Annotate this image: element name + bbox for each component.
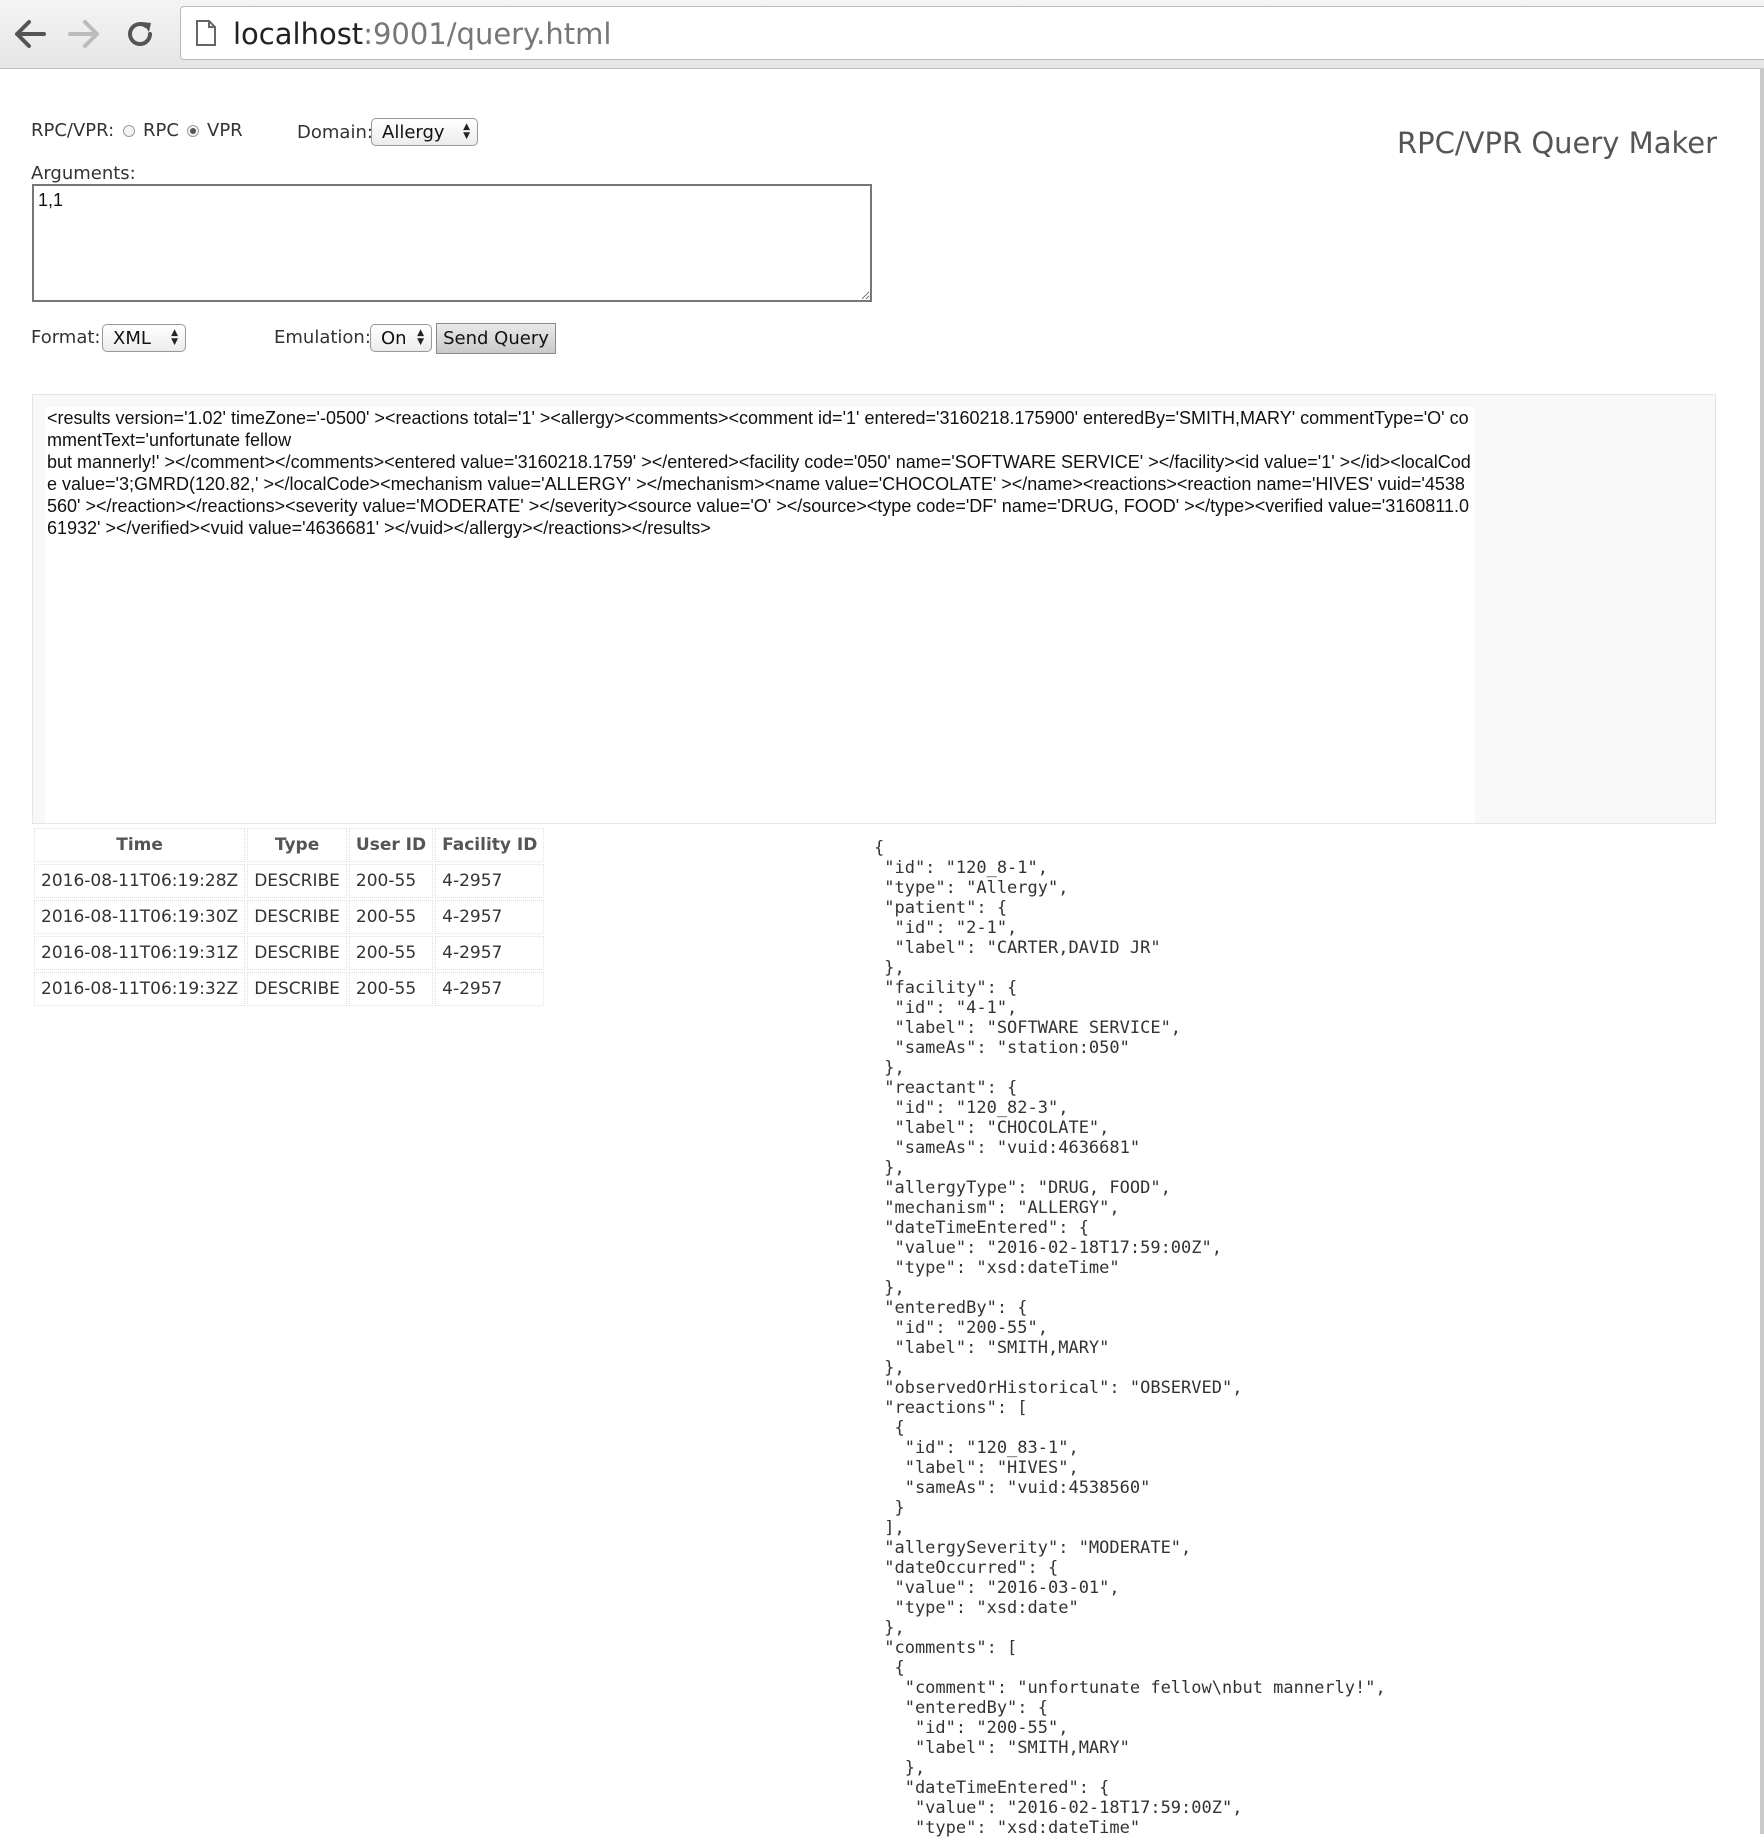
col-userid-header: User ID <box>348 828 434 862</box>
emulation-select-value: On <box>381 327 407 349</box>
address-url: localhost:9001/query.html <box>233 17 611 51</box>
url-host: localhost <box>233 17 364 51</box>
table-row: 2016-08-11T06:19:28Z DESCRIBE 200-55 4-2… <box>34 864 545 898</box>
emulation-label: Emulation: <box>274 327 371 348</box>
domain-select-value: Allergy <box>382 121 445 143</box>
reload-icon <box>128 22 152 46</box>
url-path: :9001/query.html <box>363 17 612 51</box>
address-bar[interactable]: localhost:9001/query.html <box>180 6 1764 60</box>
result-xml-text: <results version='1.02' timeZone='-0500'… <box>45 407 1475 823</box>
json-output: { "id": "120_8-1", "type": "Allergy", "p… <box>874 838 1386 1838</box>
cell-facility-id: 4-2957 <box>435 864 545 898</box>
query-log-table: Time Type User ID Facility ID 2016-08-11… <box>32 826 546 1008</box>
domain-select[interactable]: Allergy ▲ ▼ <box>371 118 478 146</box>
arrow-left-icon <box>15 20 46 48</box>
page-icon <box>196 20 216 46</box>
format-label: Format: <box>31 327 101 348</box>
window-edge <box>1760 68 1764 1834</box>
arguments-input[interactable]: 1,1 <box>32 184 872 302</box>
format-select[interactable]: XML ▲ ▼ <box>102 324 186 352</box>
cell-type: DESCRIBE <box>247 936 347 970</box>
cell-user-id: 200-55 <box>348 864 434 898</box>
cell-facility-id: 4-2957 <box>435 936 545 970</box>
col-type-header: Type <box>247 828 347 862</box>
radio-rpc-label: RPC <box>143 120 179 141</box>
domain-label: Domain: <box>297 122 373 143</box>
arrow-right-icon <box>68 20 99 48</box>
radio-vpr[interactable] <box>187 125 199 137</box>
cell-time: 2016-08-11T06:19:30Z <box>34 900 246 934</box>
cell-type: DESCRIBE <box>247 972 347 1006</box>
cell-time: 2016-08-11T06:19:31Z <box>34 936 246 970</box>
cell-user-id: 200-55 <box>348 936 434 970</box>
cell-time: 2016-08-11T06:19:32Z <box>34 972 246 1006</box>
browser-toolbar: localhost:9001/query.html <box>0 0 1764 69</box>
select-arrows-icon: ▲ ▼ <box>417 328 424 347</box>
radio-vpr-label: VPR <box>207 120 243 141</box>
send-query-button[interactable]: Send Query <box>436 323 556 354</box>
rpcvpr-label: RPC/VPR: <box>31 120 115 141</box>
table-row: 2016-08-11T06:19:30Z DESCRIBE 200-55 4-2… <box>34 900 545 934</box>
cell-type: DESCRIBE <box>247 864 347 898</box>
arguments-label: Arguments: <box>31 163 136 184</box>
table-row: 2016-08-11T06:19:31Z DESCRIBE 200-55 4-2… <box>34 936 545 970</box>
back-button[interactable] <box>8 12 52 56</box>
col-time-header: Time <box>34 828 246 862</box>
cell-type: DESCRIBE <box>247 900 347 934</box>
table-row: 2016-08-11T06:19:32Z DESCRIBE 200-55 4-2… <box>34 972 545 1006</box>
cell-facility-id: 4-2957 <box>435 900 545 934</box>
emulation-select[interactable]: On ▲ ▼ <box>370 324 432 352</box>
cell-user-id: 200-55 <box>348 972 434 1006</box>
cell-user-id: 200-55 <box>348 900 434 934</box>
reload-button[interactable] <box>118 12 162 56</box>
result-panel: <results version='1.02' timeZone='-0500'… <box>32 394 1716 824</box>
cell-facility-id: 4-2957 <box>435 972 545 1006</box>
page-title: RPC/VPR Query Maker <box>1396 126 1717 160</box>
table-header-row: Time Type User ID Facility ID <box>34 828 545 862</box>
radio-rpc[interactable] <box>123 125 135 137</box>
select-arrows-icon: ▲ ▼ <box>463 122 470 141</box>
forward-button[interactable] <box>62 12 106 56</box>
select-arrows-icon: ▲ ▼ <box>171 328 178 347</box>
format-select-value: XML <box>113 327 151 349</box>
cell-time: 2016-08-11T06:19:28Z <box>34 864 246 898</box>
col-facilityid-header: Facility ID <box>435 828 545 862</box>
